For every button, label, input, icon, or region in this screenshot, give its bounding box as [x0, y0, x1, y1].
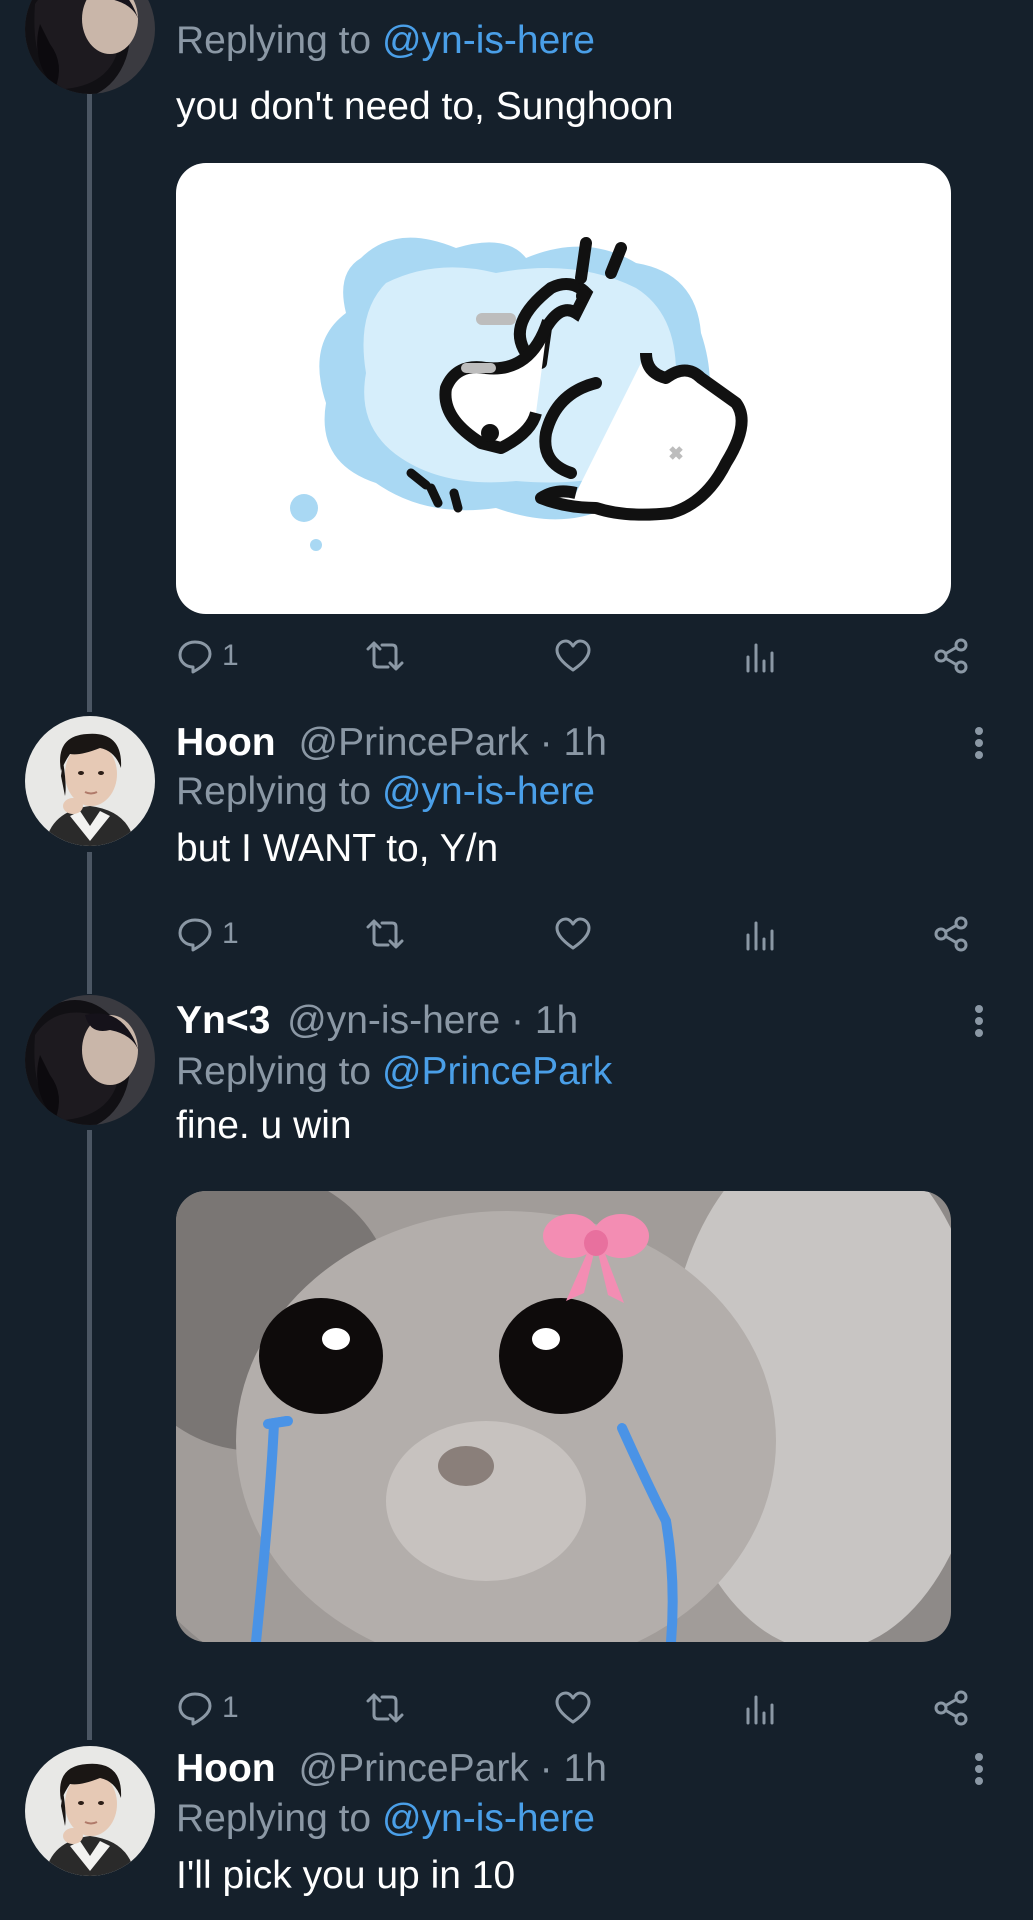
- separator-dot: ·: [539, 1747, 553, 1790]
- more-icon: [975, 1005, 983, 1037]
- tweet-media-image[interactable]: [176, 1191, 951, 1642]
- replying-to-line: Replying to @yn-is-here: [176, 769, 595, 815]
- tweet-header: Yn<3 @yn-is-here · 1h: [176, 998, 578, 1044]
- reply-icon: [178, 918, 212, 952]
- retweet-icon: [366, 919, 404, 949]
- timestamp[interactable]: 1h: [564, 721, 607, 764]
- replying-to-line: Replying to @yn-is-here: [176, 1796, 595, 1842]
- reply-button[interactable]: 1: [176, 631, 239, 681]
- retweet-button[interactable]: [364, 631, 406, 681]
- reply-count: 1: [222, 917, 239, 950]
- separator-dot: ·: [539, 721, 553, 764]
- tweet-media-image[interactable]: [176, 163, 951, 614]
- replying-to-line: Replying to @yn-is-here: [176, 18, 595, 64]
- more-icon: [975, 1753, 983, 1785]
- tweet-text: but I WANT to, Y/n: [176, 827, 499, 870]
- share-icon: [934, 916, 968, 952]
- mention-link[interactable]: @PrincePark: [382, 1050, 612, 1093]
- heart-icon: [555, 639, 591, 672]
- avatar-yn[interactable]: [25, 995, 155, 1125]
- replying-to-label: Replying to: [176, 1050, 382, 1093]
- more-options-button[interactable]: [962, 998, 996, 1044]
- reply-button[interactable]: 1: [176, 909, 239, 959]
- like-button[interactable]: [554, 631, 592, 681]
- replying-to-line: Replying to @PrincePark: [176, 1049, 612, 1095]
- timestamp[interactable]: 1h: [535, 999, 578, 1042]
- reply-icon: [178, 640, 212, 674]
- share-button[interactable]: [932, 909, 970, 959]
- tweet-text: you don't need to, Sunghoon: [176, 85, 674, 128]
- heart-icon: [555, 917, 591, 950]
- avatar-yn[interactable]: [25, 0, 155, 94]
- display-name[interactable]: Hoon: [176, 721, 276, 764]
- more-options-button[interactable]: [962, 1746, 996, 1792]
- avatar-hoon[interactable]: [25, 1746, 155, 1876]
- replying-to-label: Replying to: [176, 19, 382, 62]
- user-handle[interactable]: @PrincePark: [298, 1747, 528, 1790]
- avatar-hoon[interactable]: [25, 716, 155, 846]
- views-icon: [746, 921, 774, 951]
- timestamp[interactable]: 1h: [564, 1747, 607, 1790]
- replying-to-label: Replying to: [176, 1797, 382, 1840]
- replying-to-label: Replying to: [176, 770, 382, 813]
- display-name[interactable]: Hoon: [176, 1747, 276, 1790]
- tweet-actions: 1: [176, 631, 976, 681]
- user-handle[interactable]: @PrincePark: [298, 721, 528, 764]
- mention-link[interactable]: @yn-is-here: [382, 770, 595, 813]
- tweet[interactable]: Yn<3 @yn-is-here · 1h Replying to @Princ…: [0, 970, 1033, 1726]
- tweet[interactable]: Hoon @PrincePark · 1h Replying to @yn-is…: [0, 690, 1033, 970]
- views-icon: [746, 643, 774, 673]
- tweet-header: Hoon @PrincePark · 1h: [176, 720, 607, 766]
- more-options-button[interactable]: [962, 720, 996, 766]
- separator-dot: ·: [510, 999, 524, 1042]
- tweet[interactable]: Hoon @PrincePark · 1h Replying to @yn-is…: [0, 1718, 1033, 1920]
- tweet[interactable]: Replying to @yn-is-here you don't need t…: [0, 0, 1033, 690]
- like-button[interactable]: [554, 909, 592, 959]
- tweet-text: fine. u win: [176, 1104, 352, 1147]
- mention-link[interactable]: @yn-is-here: [382, 19, 595, 62]
- reply-count: 1: [222, 639, 239, 672]
- views-button[interactable]: [743, 631, 777, 681]
- share-button[interactable]: [932, 631, 970, 681]
- views-button[interactable]: [743, 909, 777, 959]
- more-icon: [975, 727, 983, 759]
- mention-link[interactable]: @yn-is-here: [382, 1797, 595, 1840]
- share-icon: [934, 638, 968, 674]
- tweet-actions: 1: [176, 909, 976, 959]
- user-handle[interactable]: @yn-is-here: [287, 999, 500, 1042]
- tweet-header: Hoon @PrincePark · 1h: [176, 1746, 607, 1792]
- retweet-button[interactable]: [364, 909, 406, 959]
- display-name[interactable]: Yn<3: [176, 999, 270, 1042]
- retweet-icon: [366, 641, 404, 671]
- tweet-text: I'll pick you up in 10: [176, 1854, 516, 1897]
